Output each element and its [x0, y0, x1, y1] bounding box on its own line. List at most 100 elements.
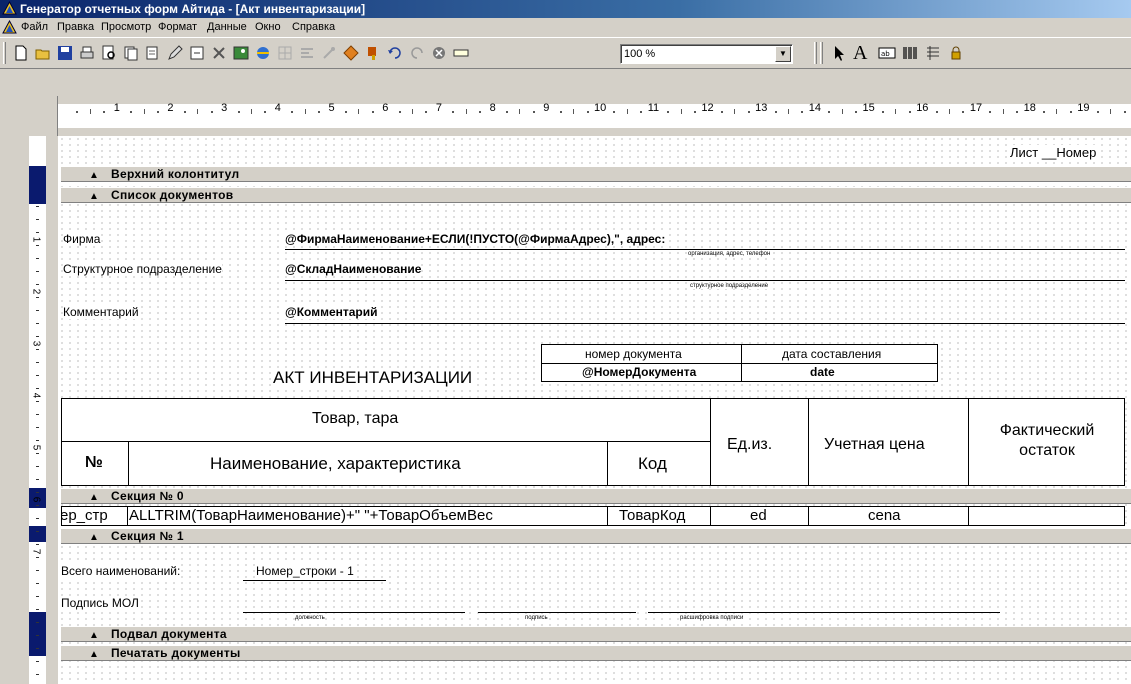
docnum-expression[interactable]: @НомерДокумента: [582, 365, 697, 379]
doc-title[interactable]: АКТ ИНВЕНТАРИЗАЦИИ: [273, 368, 473, 388]
document-icon[interactable]: [2, 20, 17, 35]
pointer-icon[interactable]: [830, 44, 848, 62]
redo-icon[interactable]: [408, 44, 426, 62]
open-icon[interactable]: [34, 44, 52, 62]
vertical-ruler-number: 2: [30, 288, 42, 295]
ruler-tick: [291, 111, 294, 113]
ruler-tick: [949, 109, 951, 114]
print-icon[interactable]: [78, 44, 96, 62]
collapse-icon[interactable]: ▲: [89, 490, 99, 505]
header-name[interactable]: Наименование, характеристика: [210, 454, 461, 474]
band-footer[interactable]: ▲ Подвал документа: [61, 626, 1131, 642]
page-icon[interactable]: [188, 44, 206, 62]
firm-label[interactable]: Фирма: [63, 232, 101, 246]
header-actual[interactable]: Фактический остаток: [972, 421, 1122, 461]
lock-icon[interactable]: [947, 44, 965, 62]
header-price[interactable]: Учетная цена: [824, 436, 925, 454]
zoom-select[interactable]: 100 % ▼: [620, 44, 793, 64]
image-icon[interactable]: [232, 44, 250, 62]
vertical-ruler-tick: [36, 258, 39, 259]
vertical-ruler[interactable]: 1 2 3 4 5 6 7: [0, 136, 58, 684]
date-expression[interactable]: date: [810, 365, 835, 379]
date-label[interactable]: дата составления: [782, 347, 882, 361]
ruler-tick: [989, 111, 992, 113]
toolbar: 100 % ▼ A ab: [0, 37, 1131, 69]
dept-label[interactable]: Структурное подразделение: [63, 262, 222, 276]
vertical-ruler-number: 5: [30, 444, 42, 451]
menu-edit[interactable]: Правка: [57, 18, 94, 37]
text-tool-icon[interactable]: A: [853, 43, 871, 63]
undo-icon[interactable]: [386, 44, 404, 62]
header-num[interactable]: №: [85, 454, 103, 472]
row-unit-expression[interactable]: ed: [750, 507, 767, 524]
firm-expression[interactable]: @ФирмаНаименование+ЕСЛИ(!ПУСТО(@ФирмаАдр…: [285, 232, 666, 246]
row-price-expression[interactable]: cena: [868, 507, 901, 524]
vertical-ruler-tick: [36, 336, 39, 337]
copy-page-icon[interactable]: [122, 44, 140, 62]
comment-label[interactable]: Комментарий: [63, 305, 139, 319]
barcode-tool-icon[interactable]: [901, 44, 919, 62]
pencil-icon[interactable]: [166, 44, 184, 62]
paste-page-icon[interactable]: [144, 44, 162, 62]
field-tool-icon[interactable]: ab: [878, 44, 896, 62]
header-unit[interactable]: Ед.из.: [727, 436, 773, 454]
collapse-icon[interactable]: ▲: [89, 530, 99, 545]
collapse-icon[interactable]: ▲: [89, 189, 99, 204]
ruler-tick: [680, 109, 682, 114]
collapse-icon[interactable]: ▲: [89, 628, 99, 643]
menu-format[interactable]: Формат: [158, 18, 197, 37]
row-num-expression[interactable]: ер_стр: [62, 507, 108, 524]
menu-view[interactable]: Просмотр: [101, 18, 151, 37]
menu-file[interactable]: Файл: [21, 18, 48, 37]
menu-data[interactable]: Данные: [207, 18, 247, 37]
stop-icon[interactable]: [430, 44, 448, 62]
diamond-icon[interactable]: [342, 44, 360, 62]
sign-label[interactable]: Подпись МОЛ: [61, 596, 139, 610]
ruler-icon[interactable]: [452, 44, 470, 62]
dept-expression[interactable]: @СкладНаименование: [285, 262, 422, 276]
sheet-number[interactable]: Лист __Номер: [1010, 145, 1097, 160]
header-code[interactable]: Код: [638, 454, 667, 474]
total-expression[interactable]: Номер_строки - 1: [256, 564, 354, 578]
menu-window[interactable]: Окно: [255, 18, 281, 37]
vertical-ruler-tick: [36, 440, 39, 441]
horizontal-ruler[interactable]: 1 2 3 4 5 6 7 8 9 10 11 12 13 14 15 16 17 18 19: [58, 96, 1131, 136]
new-icon[interactable]: [12, 44, 30, 62]
header-goods[interactable]: Товар, тара: [312, 410, 399, 428]
ruler-tick: [801, 111, 804, 113]
row-name-expression[interactable]: ALLTRIM(ТоварНаименование)+" "+ТоварОбъе…: [129, 507, 493, 524]
report-canvas[interactable]: Лист __Номер ▲ Верхний колонтитул ▲ Список…: [58, 136, 1131, 684]
toolbar-grip-3[interactable]: [820, 42, 823, 64]
band-marker-footer[interactable]: [29, 612, 46, 656]
band-doc-list[interactable]: ▲ Список документов: [61, 187, 1131, 203]
list-tool-icon[interactable]: [924, 44, 942, 62]
ruler-tick: [935, 111, 938, 113]
band-header[interactable]: ▲ Верхний колонтитул: [61, 166, 1131, 182]
band-section0[interactable]: ▲ Секция № 0: [61, 488, 1131, 504]
ruler-corner: [0, 96, 58, 136]
docnum-label[interactable]: номер документа: [585, 347, 682, 361]
vertical-ruler-tick: [36, 414, 39, 415]
preview-icon[interactable]: [100, 44, 118, 62]
align-icon[interactable]: [298, 44, 316, 62]
toolbar-grip[interactable]: [3, 42, 6, 64]
delete-icon[interactable]: [210, 44, 228, 62]
paint-icon[interactable]: [364, 44, 382, 62]
band-marker-section1[interactable]: [29, 526, 46, 542]
toolbar-grip-2[interactable]: [814, 42, 817, 64]
total-label[interactable]: Всего наименований:: [61, 564, 181, 578]
collapse-icon[interactable]: ▲: [89, 168, 99, 183]
grid-icon[interactable]: [276, 44, 294, 62]
chevron-down-icon[interactable]: ▼: [775, 46, 791, 62]
band-marker-header[interactable]: [29, 166, 46, 204]
menu-help[interactable]: Справка: [292, 18, 335, 37]
band-section1[interactable]: ▲ Секция № 1: [61, 528, 1131, 544]
band-print[interactable]: ▲ Печатать документы: [61, 645, 1131, 661]
magic-icon[interactable]: [320, 44, 338, 62]
comment-expression[interactable]: @Комментарий: [285, 305, 378, 319]
vertical-ruler-tick: [36, 362, 39, 363]
row-code-expression[interactable]: ТоварКод: [619, 507, 686, 524]
browser-icon[interactable]: [254, 44, 272, 62]
collapse-icon[interactable]: ▲: [89, 647, 99, 662]
save-icon[interactable]: [56, 44, 74, 62]
